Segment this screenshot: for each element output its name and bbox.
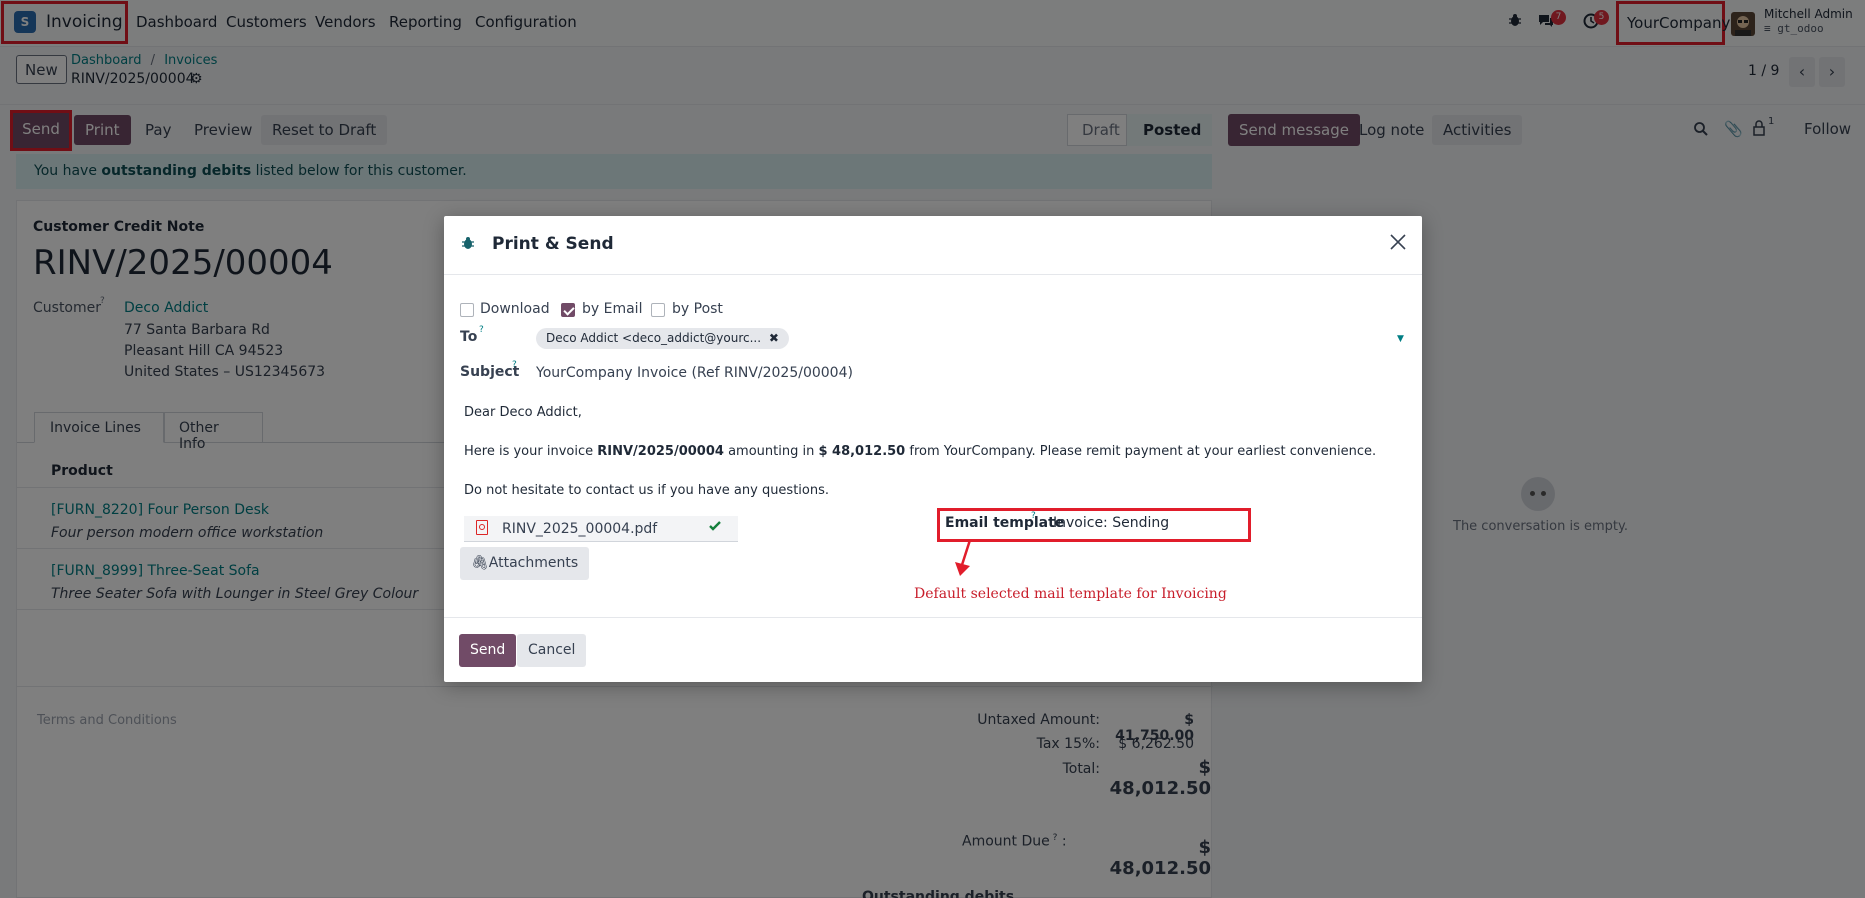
- body-invoice-ref: RINV/2025/00004: [597, 444, 724, 459]
- download-label[interactable]: Download: [480, 301, 550, 317]
- paperclip-icon: 🖇: [471, 555, 489, 571]
- to-dropdown-caret-icon[interactable]: ▼: [1397, 334, 1404, 344]
- attachments-label: Attachments: [488, 555, 579, 571]
- subject-label: Subject: [460, 364, 520, 380]
- body-amount: $ 48,012.50: [818, 444, 906, 459]
- body-line-1[interactable]: Here is your invoice RINV/2025/00004 amo…: [464, 444, 1376, 459]
- attachments-button[interactable]: 🖇Attachments: [460, 547, 590, 580]
- attachment-item[interactable]: RINV_2025_00004.pdf: [464, 516, 738, 542]
- recipient-tag-text: Deco Addict <deco_addict@yourc...: [546, 331, 762, 345]
- by-email-checkbox[interactable]: [561, 303, 575, 317]
- body-greeting[interactable]: Dear Deco Addict,: [464, 405, 582, 420]
- subject-help-icon[interactable]: ?: [512, 360, 517, 370]
- pdf-file-icon: [476, 520, 488, 535]
- print-send-dialog: Print & Send Download by Email by Post T…: [444, 216, 1422, 682]
- pdf-file-icon-mark: [479, 524, 485, 530]
- email-template-label: Email template: [945, 515, 1065, 531]
- header-divider: [444, 274, 1422, 275]
- close-icon[interactable]: [1388, 232, 1408, 252]
- dialog-send-button[interactable]: Send: [459, 634, 517, 667]
- download-checkbox[interactable]: [460, 303, 474, 317]
- to-label: To: [460, 329, 478, 345]
- by-email-label[interactable]: by Email: [582, 301, 642, 317]
- recipient-tag[interactable]: Deco Addict <deco_addict@yourc... ✖: [536, 328, 789, 349]
- email-template-field[interactable]: Email template ? Invoice: Sending: [937, 508, 1251, 542]
- by-post-checkbox[interactable]: [651, 303, 665, 317]
- annotation-text: Default selected mail template for Invoi…: [914, 586, 1227, 602]
- remove-recipient-icon[interactable]: ✖: [769, 331, 779, 345]
- to-help-icon[interactable]: ?: [479, 325, 484, 335]
- footer-divider: [444, 617, 1422, 618]
- annotation-arrow-icon: [952, 538, 982, 578]
- debug-bug-icon[interactable]: [460, 235, 476, 251]
- attachment-name: RINV_2025_00004.pdf: [502, 521, 658, 537]
- subject-input[interactable]: YourCompany Invoice (Ref RINV/2025/00004…: [536, 365, 853, 381]
- body-text: Here is your invoice: [464, 444, 598, 459]
- body-text: amounting in: [723, 444, 819, 459]
- dialog-cancel-button[interactable]: Cancel: [517, 634, 587, 667]
- dialog-title: Print & Send: [492, 234, 614, 254]
- by-post-label[interactable]: by Post: [672, 301, 723, 317]
- email-template-value[interactable]: Invoice: Sending: [1053, 515, 1169, 531]
- check-icon: [708, 519, 722, 533]
- template-help-icon[interactable]: ?: [1031, 511, 1036, 521]
- body-line-2[interactable]: Do not hesitate to contact us if you hav…: [464, 483, 829, 498]
- body-text: from YourCompany. Please remit payment a…: [905, 444, 1377, 459]
